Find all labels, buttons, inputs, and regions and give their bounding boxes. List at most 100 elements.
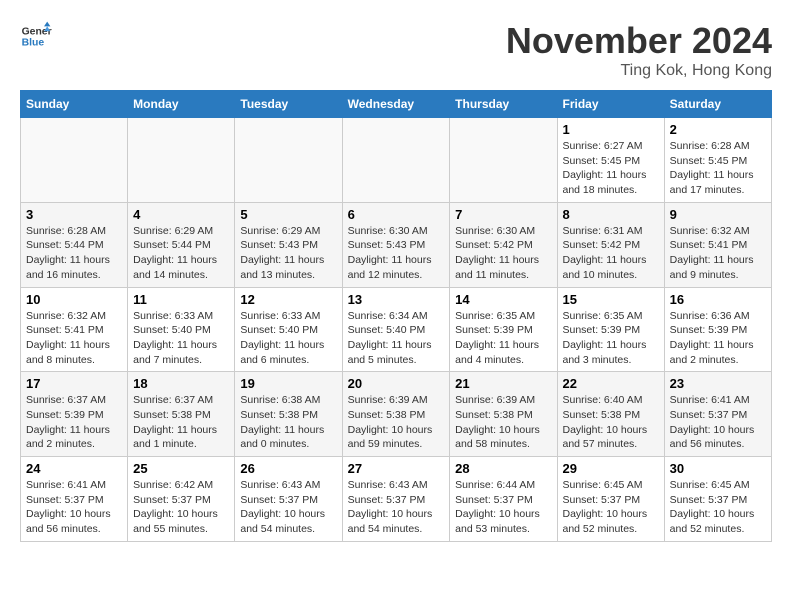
calendar-week-row: 10Sunrise: 6:32 AM Sunset: 5:41 PM Dayli… (21, 287, 772, 372)
day-number: 17 (26, 376, 122, 391)
day-info: Sunrise: 6:43 AM Sunset: 5:37 PM Dayligh… (348, 478, 445, 537)
col-header-thursday: Thursday (450, 91, 557, 118)
calendar-cell (128, 118, 235, 203)
calendar-cell: 29 Sunrise: 6:45 AM Sunset: 5:37 PM Dayli… (557, 457, 664, 542)
calendar-cell: 17 Sunrise: 6:37 AM Sunset: 5:39 PM Dayli… (21, 372, 128, 457)
col-header-sunday: Sunday (21, 91, 128, 118)
calendar-cell (21, 118, 128, 203)
col-header-tuesday: Tuesday (235, 91, 342, 118)
month-title: November 2024 (506, 20, 772, 62)
day-number: 6 (348, 207, 445, 222)
day-info: Sunrise: 6:31 AM Sunset: 5:42 PM Dayligh… (563, 224, 659, 283)
day-info: Sunrise: 6:29 AM Sunset: 5:44 PM Dayligh… (133, 224, 229, 283)
calendar-cell: 15 Sunrise: 6:35 AM Sunset: 5:39 PM Dayli… (557, 287, 664, 372)
calendar-cell: 12 Sunrise: 6:33 AM Sunset: 5:40 PM Dayli… (235, 287, 342, 372)
day-info: Sunrise: 6:37 AM Sunset: 5:39 PM Dayligh… (26, 393, 122, 452)
day-info: Sunrise: 6:30 AM Sunset: 5:42 PM Dayligh… (455, 224, 551, 283)
calendar-cell: 27Sunrise: 6:43 AM Sunset: 5:37 PM Dayli… (342, 457, 450, 542)
calendar-cell: 19 Sunrise: 6:38 AM Sunset: 5:38 PM Dayli… (235, 372, 342, 457)
day-info: Sunrise: 6:43 AM Sunset: 5:37 PM Dayligh… (240, 478, 336, 537)
calendar-cell (342, 118, 450, 203)
calendar-cell: 13 Sunrise: 6:34 AM Sunset: 5:40 PM Dayli… (342, 287, 450, 372)
calendar-cell: 11 Sunrise: 6:33 AM Sunset: 5:40 PM Dayli… (128, 287, 235, 372)
day-number: 14 (455, 292, 551, 307)
page-header: General Blue November 2024 Ting Kok, Hon… (20, 20, 772, 80)
day-number: 3 (26, 207, 122, 222)
day-number: 13 (348, 292, 445, 307)
day-number: 16 (670, 292, 766, 307)
calendar-header-row: SundayMondayTuesdayWednesdayThursdayFrid… (21, 91, 772, 118)
col-header-wednesday: Wednesday (342, 91, 450, 118)
calendar-cell: 22 Sunrise: 6:40 AM Sunset: 5:38 PM Dayli… (557, 372, 664, 457)
day-info: Sunrise: 6:34 AM Sunset: 5:40 PM Dayligh… (348, 309, 445, 368)
day-number: 8 (563, 207, 659, 222)
day-number: 11 (133, 292, 229, 307)
calendar-week-row: 17 Sunrise: 6:37 AM Sunset: 5:39 PM Dayli… (21, 372, 772, 457)
day-number: 28 (455, 461, 551, 476)
title-block: November 2024 Ting Kok, Hong Kong (506, 20, 772, 80)
calendar-cell (235, 118, 342, 203)
calendar-cell: 18 Sunrise: 6:37 AM Sunset: 5:38 PM Dayli… (128, 372, 235, 457)
calendar-cell: 8 Sunrise: 6:31 AM Sunset: 5:42 PM Daylig… (557, 202, 664, 287)
day-info: Sunrise: 6:41 AM Sunset: 5:37 PM Dayligh… (26, 478, 122, 537)
calendar-cell (450, 118, 557, 203)
day-info: Sunrise: 6:33 AM Sunset: 5:40 PM Dayligh… (240, 309, 336, 368)
calendar-cell: 1 Sunrise: 6:27 AM Sunset: 5:45 PM Daylig… (557, 118, 664, 203)
day-number: 23 (670, 376, 766, 391)
col-header-saturday: Saturday (664, 91, 771, 118)
day-info: Sunrise: 6:38 AM Sunset: 5:38 PM Dayligh… (240, 393, 336, 452)
day-number: 12 (240, 292, 336, 307)
day-info: Sunrise: 6:41 AM Sunset: 5:37 PM Dayligh… (670, 393, 766, 452)
day-number: 7 (455, 207, 551, 222)
day-number: 30 (670, 461, 766, 476)
calendar-cell: 28Sunrise: 6:44 AM Sunset: 5:37 PM Dayli… (450, 457, 557, 542)
calendar-cell: 30 Sunrise: 6:45 AM Sunset: 5:37 PM Dayli… (664, 457, 771, 542)
calendar-cell: 25 Sunrise: 6:42 AM Sunset: 5:37 PM Dayli… (128, 457, 235, 542)
calendar-week-row: 1 Sunrise: 6:27 AM Sunset: 5:45 PM Daylig… (21, 118, 772, 203)
calendar-cell: 9Sunrise: 6:32 AM Sunset: 5:41 PM Daylig… (664, 202, 771, 287)
logo: General Blue (20, 20, 52, 52)
calendar-cell: 6 Sunrise: 6:30 AM Sunset: 5:43 PM Daylig… (342, 202, 450, 287)
calendar-cell: 14Sunrise: 6:35 AM Sunset: 5:39 PM Dayli… (450, 287, 557, 372)
day-number: 2 (670, 122, 766, 137)
day-number: 22 (563, 376, 659, 391)
calendar-cell: 2Sunrise: 6:28 AM Sunset: 5:45 PM Daylig… (664, 118, 771, 203)
calendar-cell: 10Sunrise: 6:32 AM Sunset: 5:41 PM Dayli… (21, 287, 128, 372)
day-number: 1 (563, 122, 659, 137)
day-info: Sunrise: 6:28 AM Sunset: 5:44 PM Dayligh… (26, 224, 122, 283)
col-header-monday: Monday (128, 91, 235, 118)
day-number: 20 (348, 376, 445, 391)
calendar-cell: 5 Sunrise: 6:29 AM Sunset: 5:43 PM Daylig… (235, 202, 342, 287)
day-info: Sunrise: 6:39 AM Sunset: 5:38 PM Dayligh… (455, 393, 551, 452)
calendar-week-row: 3 Sunrise: 6:28 AM Sunset: 5:44 PM Daylig… (21, 202, 772, 287)
day-info: Sunrise: 6:45 AM Sunset: 5:37 PM Dayligh… (670, 478, 766, 537)
day-info: Sunrise: 6:33 AM Sunset: 5:40 PM Dayligh… (133, 309, 229, 368)
calendar-cell: 24Sunrise: 6:41 AM Sunset: 5:37 PM Dayli… (21, 457, 128, 542)
day-number: 4 (133, 207, 229, 222)
calendar-cell: 21Sunrise: 6:39 AM Sunset: 5:38 PM Dayli… (450, 372, 557, 457)
day-number: 29 (563, 461, 659, 476)
day-info: Sunrise: 6:40 AM Sunset: 5:38 PM Dayligh… (563, 393, 659, 452)
day-number: 5 (240, 207, 336, 222)
day-info: Sunrise: 6:39 AM Sunset: 5:38 PM Dayligh… (348, 393, 445, 452)
location-subtitle: Ting Kok, Hong Kong (506, 62, 772, 80)
day-number: 15 (563, 292, 659, 307)
day-number: 18 (133, 376, 229, 391)
day-info: Sunrise: 6:37 AM Sunset: 5:38 PM Dayligh… (133, 393, 229, 452)
day-number: 26 (240, 461, 336, 476)
day-info: Sunrise: 6:35 AM Sunset: 5:39 PM Dayligh… (563, 309, 659, 368)
day-info: Sunrise: 6:30 AM Sunset: 5:43 PM Dayligh… (348, 224, 445, 283)
svg-text:Blue: Blue (22, 38, 45, 49)
calendar-cell: 26 Sunrise: 6:43 AM Sunset: 5:37 PM Dayli… (235, 457, 342, 542)
logo-icon: General Blue (20, 20, 52, 52)
day-number: 9 (670, 207, 766, 222)
day-info: Sunrise: 6:42 AM Sunset: 5:37 PM Dayligh… (133, 478, 229, 537)
calendar-cell: 7 Sunrise: 6:30 AM Sunset: 5:42 PM Daylig… (450, 202, 557, 287)
day-info: Sunrise: 6:29 AM Sunset: 5:43 PM Dayligh… (240, 224, 336, 283)
day-info: Sunrise: 6:45 AM Sunset: 5:37 PM Dayligh… (563, 478, 659, 537)
day-number: 25 (133, 461, 229, 476)
day-info: Sunrise: 6:27 AM Sunset: 5:45 PM Dayligh… (563, 139, 659, 198)
day-info: Sunrise: 6:36 AM Sunset: 5:39 PM Dayligh… (670, 309, 766, 368)
calendar-cell: 16 Sunrise: 6:36 AM Sunset: 5:39 PM Dayli… (664, 287, 771, 372)
day-number: 19 (240, 376, 336, 391)
